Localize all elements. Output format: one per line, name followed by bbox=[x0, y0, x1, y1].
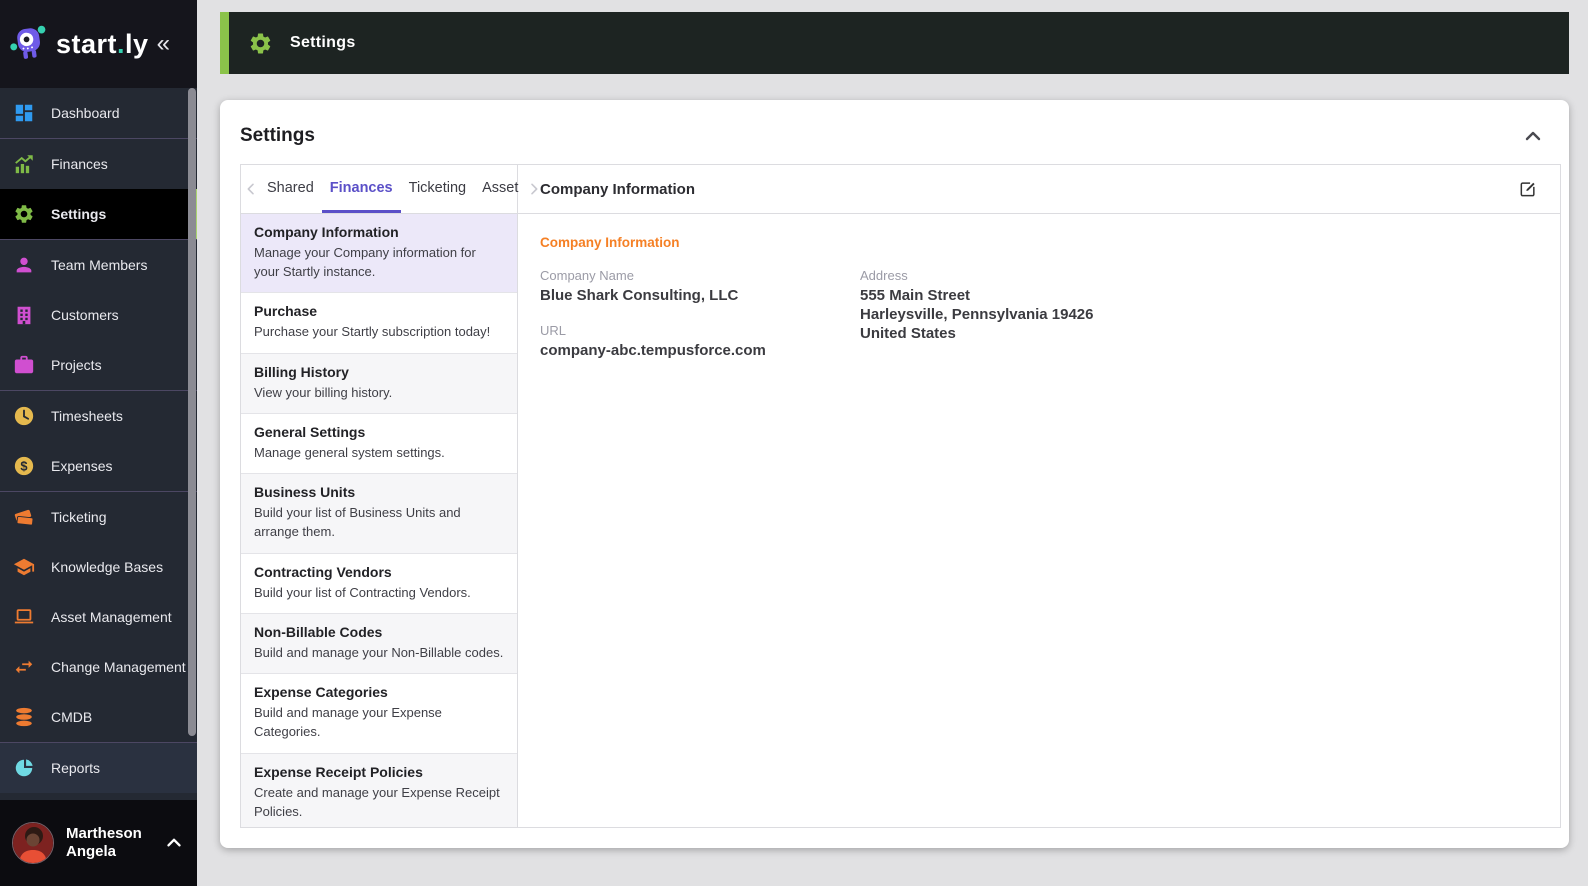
url-field: URL company-abc.tempusforce.com bbox=[540, 322, 766, 359]
avatar bbox=[12, 822, 54, 864]
list-item-purchase[interactable]: Purchase Purchase your Startly subscript… bbox=[241, 293, 517, 354]
sidebar-item-knowledge-bases[interactable]: Knowledge Bases bbox=[0, 542, 197, 592]
sidebar-item-change-management[interactable]: Change Management bbox=[0, 642, 197, 692]
sidebar-item-expenses[interactable]: $ Expenses bbox=[0, 441, 197, 491]
bar-chart-icon bbox=[15, 155, 33, 174]
tab-ticketing[interactable]: Ticketing bbox=[401, 165, 474, 213]
company-name-field: Company Name Blue Shark Consulting, LLC bbox=[540, 268, 739, 304]
sidebar-item-reports[interactable]: Reports bbox=[0, 743, 197, 793]
list-item-contracting-vendors[interactable]: Contracting Vendors Build your list of C… bbox=[241, 553, 517, 614]
briefcase-icon bbox=[14, 355, 34, 374]
list-item-company-information[interactable]: Company Information Manage your Company … bbox=[241, 214, 517, 294]
sidebar-item-label: Projects bbox=[51, 357, 102, 373]
sidebar-item-label: Asset Management bbox=[51, 609, 172, 625]
edit-icon[interactable] bbox=[1518, 179, 1538, 199]
detail-section-heading: Company Information bbox=[540, 235, 680, 250]
user-name: Martheson Angela bbox=[66, 824, 142, 860]
list-item-business-units[interactable]: Business Units Build your list of Busine… bbox=[241, 474, 517, 554]
clock-icon bbox=[14, 406, 34, 426]
chevron-up-icon[interactable] bbox=[163, 832, 185, 854]
sidebar-item-label: Dashboard bbox=[51, 105, 120, 121]
tab-shared[interactable]: Shared bbox=[259, 165, 322, 213]
sidebar-item-label: Change Management bbox=[51, 659, 186, 675]
brand-name: start.ly bbox=[56, 28, 149, 59]
gear-icon bbox=[15, 205, 33, 223]
sidebar-item-label: Finances bbox=[51, 156, 108, 172]
gear-icon bbox=[250, 33, 271, 53]
page-title: Settings bbox=[290, 34, 356, 51]
sidebar-item-timesheets[interactable]: Timesheets bbox=[0, 391, 197, 441]
collapse-card-icon[interactable] bbox=[1521, 124, 1545, 148]
sidebar-item-label: Ticketing bbox=[51, 509, 107, 525]
sidebar-item-label: Reports bbox=[51, 760, 101, 776]
pie-chart-icon bbox=[15, 759, 33, 777]
address-field: Address 555 Main Street Harleysville, Pe… bbox=[860, 268, 1094, 342]
main-content: Settings Settings Shared Finances Ticket… bbox=[197, 0, 1588, 886]
settings-card: Settings Shared Finances Ticketing Asset bbox=[220, 100, 1569, 848]
settings-panel: Shared Finances Ticketing Asset Company … bbox=[240, 164, 1561, 828]
robot-logo-icon bbox=[10, 25, 46, 59]
user-menu[interactable]: Martheson Angela bbox=[0, 800, 197, 886]
tickets-icon bbox=[14, 509, 34, 526]
sidebar-item-asset-management[interactable]: Asset Management bbox=[0, 592, 197, 642]
sidebar-item-projects[interactable]: Projects bbox=[0, 340, 197, 390]
tab-finances[interactable]: Finances bbox=[321, 165, 401, 213]
list-item-expense-receipt-policies[interactable]: Expense Receipt Policies Create and mana… bbox=[241, 753, 517, 827]
list-item-billing-history[interactable]: Billing History View your billing histor… bbox=[241, 353, 517, 414]
sidebar-item-cmdb[interactable]: CMDB bbox=[0, 692, 197, 742]
detail-panel: Company Information Company Name Blue Sh… bbox=[518, 214, 1560, 827]
list-item-non-billable-codes[interactable]: Non-Billable Codes Build and manage your… bbox=[241, 613, 517, 675]
sidebar-item-label: Settings bbox=[51, 206, 107, 222]
sidebar-collapse-icon[interactable]: « bbox=[157, 30, 170, 58]
sidebar-item-dashboard[interactable]: Dashboard bbox=[0, 88, 197, 138]
sidebar-item-settings[interactable]: Settings bbox=[0, 189, 197, 239]
tabs-scroll-left-icon[interactable] bbox=[243, 165, 259, 213]
sidebar-nav: Dashboard Finances Settings Team Members… bbox=[0, 88, 197, 800]
person-icon bbox=[16, 257, 32, 273]
sidebar-item-label: Expenses bbox=[51, 458, 113, 474]
sidebar-item-label: CMDB bbox=[51, 709, 93, 725]
sidebar-item-label: Knowledge Bases bbox=[51, 559, 164, 575]
sidebar-item-finances[interactable]: Finances bbox=[0, 139, 197, 189]
sidebar-item-ticketing[interactable]: Ticketing bbox=[0, 492, 197, 542]
database-icon bbox=[16, 707, 32, 727]
sidebar-item-team-members[interactable]: Team Members bbox=[0, 240, 197, 290]
sidebar: start.ly « Dashboard Finances Settings T… bbox=[0, 0, 197, 886]
sidebar-item-label: Customers bbox=[51, 307, 119, 323]
dollar-circle-icon: $ bbox=[14, 456, 34, 476]
logo-bar: start.ly « bbox=[0, 0, 197, 88]
detail-panel-title: Company Information bbox=[540, 180, 696, 198]
building-icon bbox=[17, 306, 31, 325]
sidebar-item-label: Team Members bbox=[51, 257, 148, 273]
sidebar-item-label: Timesheets bbox=[51, 408, 123, 424]
graduation-cap-icon bbox=[13, 558, 35, 576]
tab-bar: Shared Finances Ticketing Asset bbox=[241, 165, 538, 214]
list-item-expense-categories[interactable]: Expense Categories Build and manage your… bbox=[241, 674, 517, 754]
laptop-icon bbox=[14, 609, 34, 624]
swap-arrows-icon bbox=[15, 660, 33, 674]
svg-text:$: $ bbox=[20, 459, 27, 474]
sidebar-item-customers[interactable]: Customers bbox=[0, 290, 197, 340]
list-item-general-settings[interactable]: General Settings Manage general system s… bbox=[241, 413, 517, 475]
sidebar-scrollbar[interactable] bbox=[188, 88, 196, 736]
card-title: Settings bbox=[240, 125, 315, 146]
settings-section-list: Company Information Manage your Company … bbox=[241, 214, 518, 827]
app-window: start.ly « Dashboard Finances Settings T… bbox=[0, 0, 1588, 886]
page-header-bar: Settings bbox=[220, 12, 1569, 74]
dashboard-grid-icon bbox=[15, 104, 33, 122]
